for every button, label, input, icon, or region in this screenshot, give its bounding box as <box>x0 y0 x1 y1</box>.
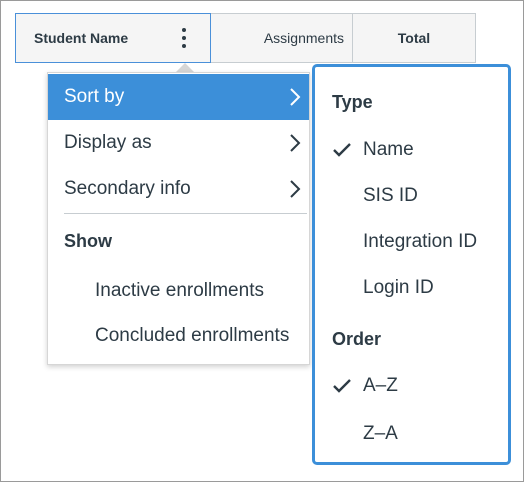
gradebook-frame: Student Name Assignments Total Sort by D… <box>0 0 524 482</box>
chevron-right-icon <box>290 180 301 198</box>
menu-item-inactive-enrollments[interactable]: Inactive enrollments <box>95 280 264 302</box>
checkmark-icon <box>333 379 351 393</box>
sort-option-label: SIS ID <box>363 185 418 206</box>
total-header-label: Total <box>397 30 431 46</box>
sort-option-label: Name <box>363 139 414 160</box>
order-option-a-z[interactable]: A–Z <box>315 366 508 406</box>
menu-caret <box>176 63 194 72</box>
assignments-column-header[interactable]: Assignments <box>211 13 352 63</box>
menu-item-label: Sort by <box>64 86 125 107</box>
chevron-right-icon <box>290 134 301 152</box>
menu-item-secondary-info[interactable]: Secondary info <box>48 166 309 212</box>
menu-item-label: Secondary info <box>64 178 191 199</box>
checkmark-icon <box>333 143 351 157</box>
order-option-label: Z–A <box>363 423 398 444</box>
student-column-options-menu: Sort by Display as Secondary info Show I… <box>47 72 310 365</box>
kebab-menu-icon[interactable] <box>172 22 196 54</box>
submenu-group-type: Type <box>332 92 373 112</box>
submenu-group-order: Order <box>332 329 382 349</box>
menu-item-concluded-enrollments[interactable]: Concluded enrollments <box>95 325 289 347</box>
menu-group-show: Show <box>64 231 112 251</box>
sort-option-label: Login ID <box>363 277 434 298</box>
sort-option-label: Integration ID <box>363 231 478 252</box>
assignments-header-label: Assignments <box>263 30 344 46</box>
menu-item-label: Display as <box>64 132 152 153</box>
menu-divider <box>64 213 307 214</box>
student-name-header-label: Student Name <box>34 30 129 46</box>
order-option-label: A–Z <box>363 375 398 396</box>
menu-item-sort-by[interactable]: Sort by <box>48 74 309 120</box>
order-option-z-a[interactable]: Z–A <box>315 414 508 454</box>
chevron-right-icon <box>290 88 301 106</box>
sort-option-integration-id[interactable]: Integration ID <box>315 222 508 262</box>
sort-option-sis-id[interactable]: SIS ID <box>315 176 508 216</box>
sort-option-name[interactable]: Name <box>315 130 508 170</box>
total-column-header[interactable]: Total <box>352 13 476 63</box>
menu-item-display-as[interactable]: Display as <box>48 120 309 166</box>
student-name-column-header[interactable]: Student Name <box>15 13 211 63</box>
sort-option-login-id[interactable]: Login ID <box>315 268 508 308</box>
sort-by-submenu: Type Name SIS ID Integration ID Login ID… <box>312 64 511 465</box>
